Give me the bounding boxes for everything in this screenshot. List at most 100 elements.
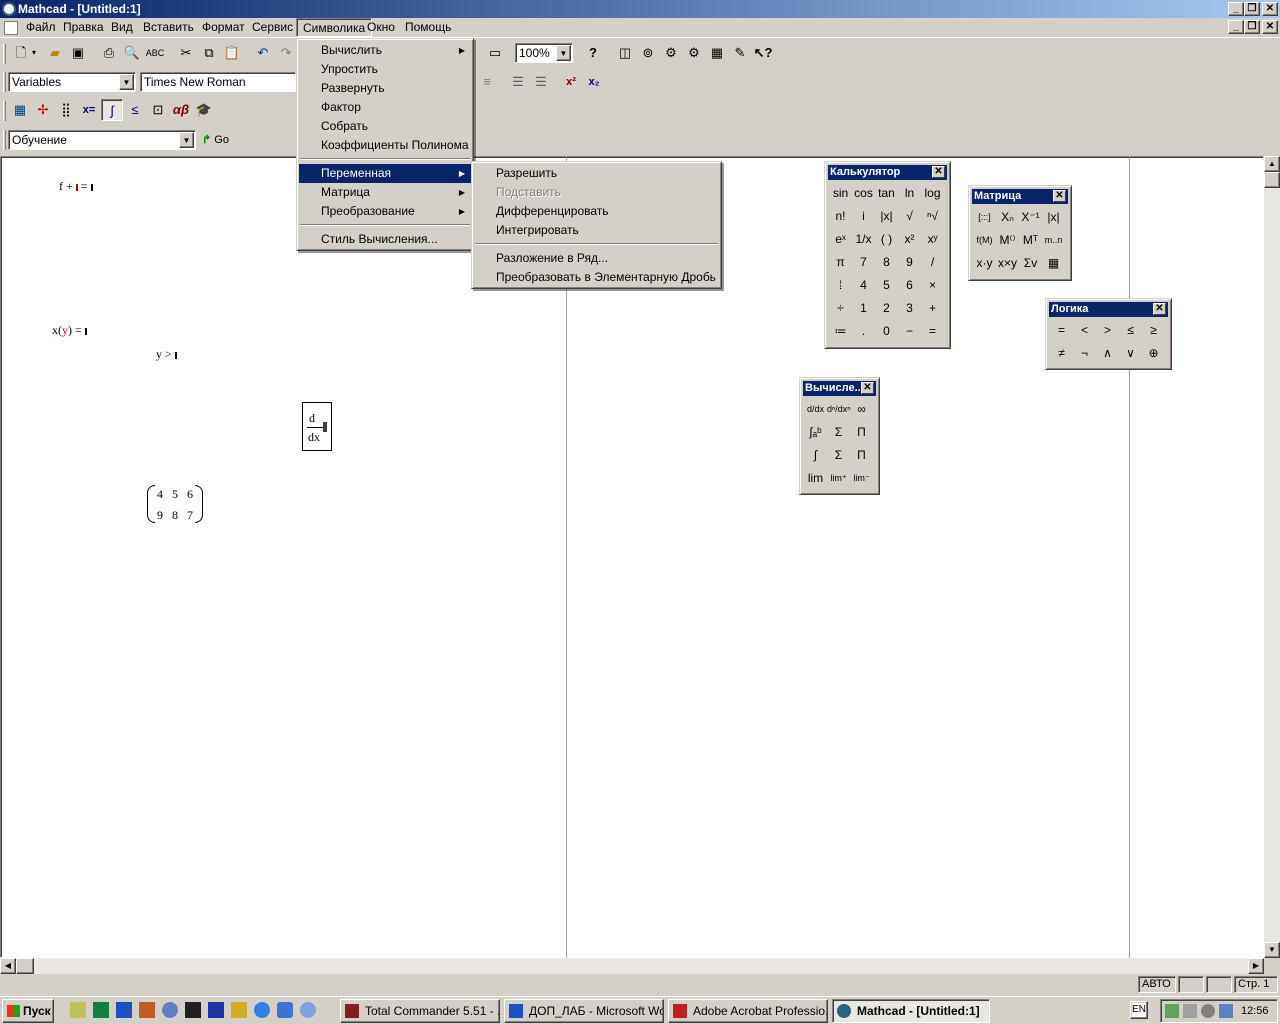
tray-icon[interactable]	[1201, 1004, 1215, 1018]
subscript-button[interactable]: x₂	[583, 71, 605, 93]
matrix-key[interactable]: [:::]	[973, 206, 996, 229]
scroll-right-button[interactable]: ▶	[1248, 958, 1264, 974]
scroll-up-button[interactable]: ▲	[1264, 156, 1280, 172]
scroll-left-button[interactable]: ◀	[0, 958, 16, 974]
calculator-palette-icon[interactable]: ▦	[9, 99, 31, 121]
placeholder[interactable]	[323, 422, 327, 432]
matrix-key[interactable]: |x|	[1042, 206, 1065, 229]
boolean-key[interactable]: ⊕	[1142, 342, 1165, 365]
document-icon[interactable]	[4, 21, 18, 35]
calculator-key[interactable]: .	[852, 320, 875, 343]
menu-file[interactable]: Файл	[20, 18, 62, 37]
calculator-key[interactable]: n!	[829, 205, 852, 228]
quicklaunch-icon[interactable]	[185, 1002, 201, 1018]
tray-icon[interactable]	[1219, 1004, 1233, 1018]
maximize-button[interactable]: ❐	[1244, 2, 1260, 16]
bullets-icon[interactable]: ☰	[507, 71, 529, 93]
menu-item-evaluate[interactable]: Вычислить ▶	[299, 41, 471, 60]
excel-icon[interactable]	[93, 1002, 109, 1018]
matrix-key[interactable]: f(M)	[973, 229, 996, 252]
spell-check-icon[interactable]: ABC	[144, 42, 166, 64]
matrix-key[interactable]: Xₙ	[996, 206, 1019, 229]
save-icon[interactable]: ▣	[67, 42, 89, 64]
doc-restore-button[interactable]: ❐	[1244, 20, 1260, 34]
boolean-key[interactable]: ≠	[1050, 342, 1073, 365]
calculus-key[interactable]: ∫	[804, 444, 827, 467]
help-icon[interactable]: ?	[582, 42, 604, 64]
matrix-key[interactable]: X⁻¹	[1019, 206, 1042, 229]
quicklaunch-icon[interactable]	[300, 1002, 316, 1018]
insert-graph-icon[interactable]: ◫	[614, 42, 636, 64]
calculator-key[interactable]: +	[921, 297, 944, 320]
boolean-palette-icon[interactable]: ≤	[124, 99, 146, 121]
boolean-key[interactable]: ∨	[1119, 342, 1142, 365]
minimize-button[interactable]: _	[1228, 2, 1244, 16]
boolean-key[interactable]: <	[1073, 319, 1096, 342]
matrix-palette-icon[interactable]: ⣿	[55, 99, 77, 121]
calculator-key[interactable]: tan	[875, 182, 898, 205]
resource-dropdown-icon[interactable]: ▼	[179, 132, 194, 148]
go-button[interactable]: ↱ Go	[202, 131, 229, 149]
math-region[interactable]: x(y) =	[52, 323, 87, 338]
boolean-key[interactable]: ≤	[1119, 319, 1142, 342]
calculator-key[interactable]: 6	[898, 274, 921, 297]
insert-unit-icon[interactable]: ⚙	[683, 42, 705, 64]
calculator-key[interactable]: 1	[852, 297, 875, 320]
clock[interactable]: 12:56	[1241, 1004, 1269, 1018]
outlook-icon[interactable]	[277, 1002, 293, 1018]
whats-this-icon[interactable]: ↖?	[752, 42, 774, 64]
menu-item-collect[interactable]: Собрать	[299, 117, 471, 136]
evaluation-palette-icon[interactable]: x=	[78, 99, 100, 121]
calculus-key[interactable]: dⁿ/dxⁿ	[827, 398, 851, 421]
menu-help[interactable]: Помощь	[399, 18, 457, 37]
calculator-key[interactable]: log	[921, 182, 944, 205]
menu-item-integrate[interactable]: Интегрировать	[474, 221, 719, 240]
close-icon[interactable]: ✕	[1053, 190, 1066, 202]
calculator-key[interactable]: |x|	[875, 205, 898, 228]
calculus-palette-icon[interactable]: ∫	[101, 99, 123, 121]
menu-tools[interactable]: Сервис	[246, 18, 299, 37]
menu-item-expand[interactable]: Развернуть	[299, 79, 471, 98]
palette-title[interactable]: Вычисле... ✕	[803, 381, 876, 396]
calculator-key[interactable]: sin	[829, 182, 852, 205]
calculator-key[interactable]: 9	[898, 251, 921, 274]
math-region[interactable]: y >	[156, 347, 177, 362]
calculus-key[interactable]: Σ	[827, 444, 850, 467]
matrix-region[interactable]: 4 5 6 9 8 7	[147, 485, 205, 525]
menu-item-evaluation-style[interactable]: Стиль Вычисления...	[299, 230, 471, 249]
menu-view[interactable]: Вид	[105, 18, 139, 37]
matrix-key[interactable]: M⁽⁾	[996, 229, 1019, 252]
task-total-commander[interactable]: Total Commander 5.51 - ...	[340, 999, 500, 1023]
style-select[interactable]: Variables ▼	[8, 72, 136, 92]
quicklaunch-icon[interactable]	[139, 1002, 155, 1018]
palette-title[interactable]: Матрица ✕	[972, 189, 1068, 204]
greek-palette-icon[interactable]: αβ	[170, 99, 192, 121]
vertical-scrollbar[interactable]: ▲ ▼	[1264, 156, 1280, 958]
copy-icon[interactable]: ⧉	[198, 42, 220, 64]
resource-select[interactable]: Обучение ▼	[8, 130, 196, 150]
align-right-icon[interactable]: ≡	[476, 71, 498, 93]
font-select[interactable]: Times New Roman	[140, 72, 296, 92]
scroll-down-button[interactable]: ▼	[1264, 942, 1280, 958]
calculator-key[interactable]: i	[852, 205, 875, 228]
calculator-key[interactable]: ln	[898, 182, 921, 205]
boolean-key[interactable]: >	[1096, 319, 1119, 342]
calculator-key[interactable]: ⁞	[829, 274, 852, 297]
horizontal-scrollbar[interactable]: ◀ ▶	[0, 958, 1264, 974]
calculator-key[interactable]: 0	[875, 320, 898, 343]
calculator-key[interactable]: ÷	[829, 297, 852, 320]
placeholder[interactable]	[174, 351, 177, 359]
calculator-key[interactable]: 3	[898, 297, 921, 320]
cut-icon[interactable]: ✂	[175, 42, 197, 64]
toolbar-grip[interactable]	[3, 72, 6, 92]
calculus-key[interactable]: Π	[850, 421, 873, 444]
align-region-icon[interactable]: ▭	[484, 42, 506, 64]
calculator-key[interactable]: eˣ	[829, 228, 852, 251]
programming-palette-icon[interactable]: ⊡	[147, 99, 169, 121]
doc-minimize-button[interactable]: _	[1228, 20, 1244, 34]
toolbar-grip[interactable]	[3, 44, 6, 64]
boolean-key[interactable]: =	[1050, 319, 1073, 342]
undo-icon[interactable]: ↶	[252, 42, 274, 64]
calculator-key[interactable]: ⁿ√	[921, 205, 944, 228]
calculus-key[interactable]: Σ	[827, 421, 850, 444]
